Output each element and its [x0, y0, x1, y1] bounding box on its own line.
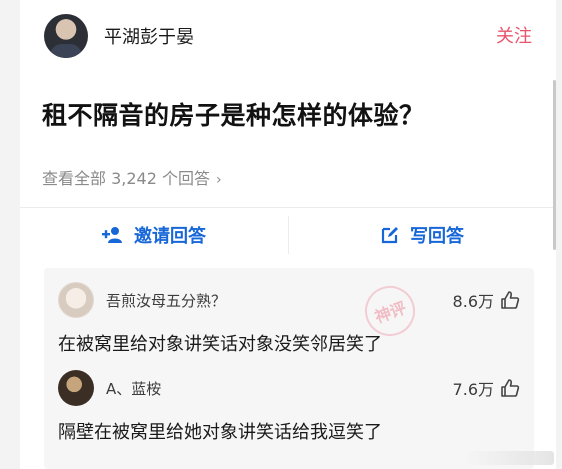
- comment-header: A、蓝桉 7.6万: [58, 370, 520, 406]
- add-user-icon: [102, 226, 124, 244]
- action-divider: [288, 216, 289, 254]
- hot-comments-box: 吾煎汝母五分熟？ 8.6万 在被窝里给对象讲笑话对象没笑邻居笑了 A、蓝桉 7.…: [44, 268, 534, 469]
- comment-item[interactable]: A、蓝桉 7.6万 隔壁在被窝里给她对象讲笑话给我逗笑了: [58, 370, 520, 444]
- invite-answer-button[interactable]: 邀请回答: [20, 208, 288, 262]
- edit-icon: [380, 225, 400, 245]
- view-all-label: 查看全部 3,242 个回答: [42, 169, 210, 188]
- like-button[interactable]: 8.6万: [453, 288, 520, 312]
- commenter-avatar[interactable]: [58, 282, 94, 318]
- invite-answer-label: 邀请回答: [134, 226, 206, 247]
- scrollbar[interactable]: [553, 80, 556, 250]
- commenter-name[interactable]: A、蓝桉: [106, 378, 161, 399]
- comment-text: 隔壁在被窝里给她对象讲笑话给我逗笑了: [58, 422, 382, 443]
- comment-text: 在被窝里给对象讲笑话对象没笑邻居笑了: [58, 334, 382, 355]
- commenter-avatar[interactable]: [58, 370, 94, 406]
- comment-header: 吾煎汝母五分熟？ 8.6万: [58, 282, 520, 318]
- chevron-right-icon: ›: [215, 172, 222, 188]
- view-all-answers-link[interactable]: 查看全部 3,242 个回答 ›: [42, 165, 222, 189]
- author-name[interactable]: 平湖彭于晏: [104, 23, 194, 49]
- write-answer-label: 写回答: [410, 226, 464, 247]
- follow-button[interactable]: 关注: [496, 22, 532, 48]
- author-avatar[interactable]: [44, 14, 88, 58]
- author-row[interactable]: 平湖彭于晏: [44, 12, 194, 60]
- comment-item[interactable]: 吾煎汝母五分熟？ 8.6万 在被窝里给对象讲笑话对象没笑邻居笑了: [58, 282, 520, 356]
- right-gutter: [556, 0, 562, 469]
- like-button[interactable]: 7.6万: [453, 376, 520, 400]
- question-title[interactable]: 租不隔音的房子是种怎样的体验？: [42, 96, 425, 132]
- thumbs-up-icon: [500, 290, 520, 310]
- left-gutter: [0, 0, 20, 469]
- commenter-name[interactable]: 吾煎汝母五分熟？: [106, 290, 226, 311]
- question-card: 平湖彭于晏 关注 租不隔音的房子是种怎样的体验？ 查看全部 3,242 个回答 ›…: [20, 0, 556, 469]
- answer-page: 平湖彭于晏 关注 租不隔音的房子是种怎样的体验？ 查看全部 3,242 个回答 ›…: [0, 0, 562, 469]
- write-answer-button[interactable]: 写回答: [288, 208, 556, 262]
- like-count: 7.6万: [452, 380, 494, 399]
- thumbs-up-icon: [500, 378, 520, 398]
- like-count: 8.6万: [452, 292, 494, 311]
- corner-watermark: [464, 451, 554, 465]
